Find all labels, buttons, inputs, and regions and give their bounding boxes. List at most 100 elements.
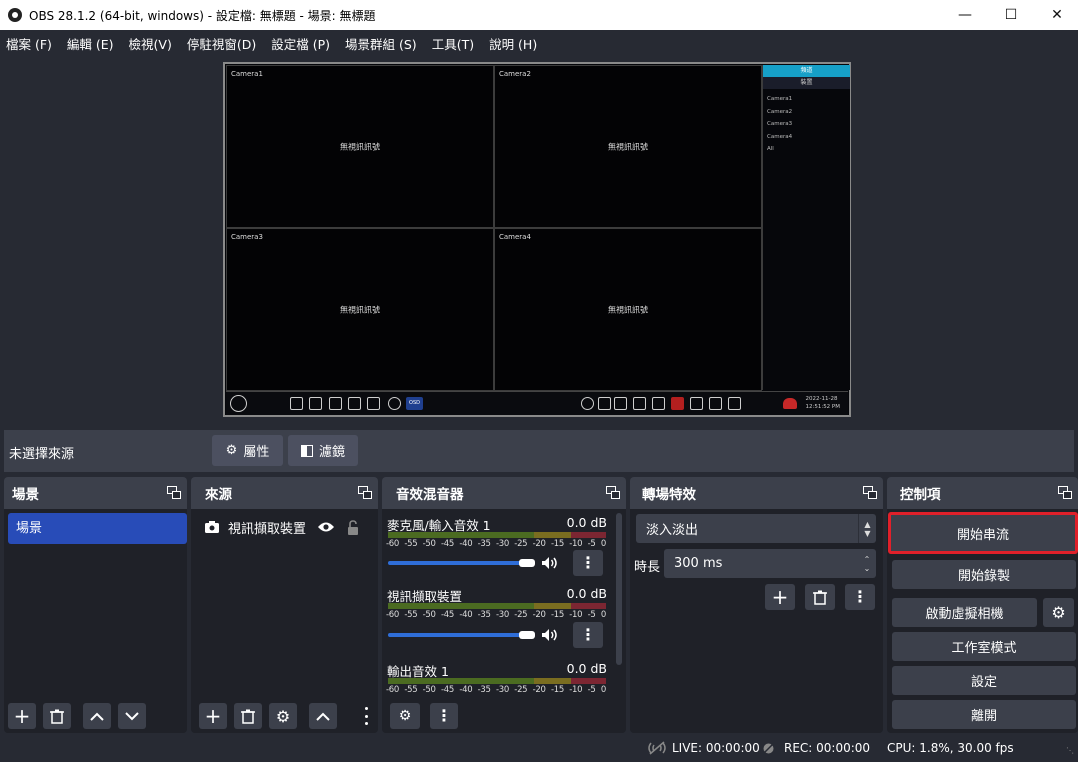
controls-dock-header: 控制項 [887, 477, 1078, 509]
speaker-icon[interactable] [541, 628, 559, 642]
scene-item[interactable]: 場景 [8, 513, 187, 544]
menu-view[interactable]: 檢視(V) [129, 34, 172, 53]
nvr-toolbar: OSD 2022-11-28 12:51:52 PM [226, 391, 848, 415]
menu-file[interactable]: 檔案 (F) [6, 34, 52, 53]
volume-slider[interactable] [388, 561, 534, 565]
nvr-logout-icon [728, 397, 741, 410]
trash-icon [50, 709, 64, 724]
channel-db: 0.0 dB [566, 515, 607, 530]
live-timer: LIVE: 00:00:00 [672, 741, 760, 755]
nvr-time: 12:51:52 PM [805, 404, 840, 410]
controls-dock: 控制項 開始串流 開始錄製 啟動虛擬相機 ⚙ 工作室模式 設定 離開 [887, 477, 1078, 733]
transition-menu-button[interactable]: ⋮ [845, 584, 875, 610]
visibility-eye-icon[interactable] [317, 521, 335, 533]
undock-icon[interactable] [863, 486, 877, 499]
controls-title: 控制項 [900, 487, 941, 503]
undock-icon[interactable] [358, 486, 372, 499]
nvr-alarm-icon [671, 397, 684, 410]
move-source-up-button[interactable] [309, 703, 337, 729]
nvr-refresh-icon [388, 397, 401, 410]
duration-label: 時長 [634, 560, 661, 575]
source-name: 視訊擷取裝置 [228, 521, 307, 537]
volume-slider[interactable] [388, 633, 534, 637]
channel-menu-button[interactable]: ⋮ [573, 622, 603, 648]
nvr-image-icon [367, 397, 380, 410]
nvr-user-icon [633, 397, 646, 410]
menu-scene-collection[interactable]: 場景群組 (S) [345, 34, 417, 53]
add-source-button[interactable]: + [199, 703, 227, 729]
no-signal-text: 無視訊訊號 [608, 142, 648, 151]
camera-label: Camera4 [499, 233, 531, 241]
transition-select[interactable]: 淡入淡出 ▲ ▼ [636, 514, 876, 543]
menu-profile[interactable]: 設定檔 (P) [271, 34, 330, 53]
minimize-button[interactable]: — [942, 0, 988, 30]
settings-button[interactable]: 設定 [892, 666, 1076, 695]
filters-button[interactable]: 濾鏡 [288, 435, 358, 466]
scenes-dock-header: 場景 [4, 477, 187, 509]
camera-label: Camera2 [499, 70, 531, 78]
mixer-scrollbar[interactable] [616, 513, 622, 665]
nvr-layout4-icon [329, 397, 342, 410]
nvr-tab-device: 裝置 [763, 77, 850, 89]
gear-icon: ⚙ [1051, 603, 1066, 622]
camera-label: Camera3 [231, 233, 263, 241]
volume-slider-handle[interactable] [519, 559, 535, 567]
sources-dock-header: 來源 [191, 477, 378, 509]
filter-icon [300, 444, 313, 457]
nvr-osd-label: OSD [406, 397, 423, 410]
undock-icon[interactable] [1058, 486, 1072, 499]
start-virtual-camera-button[interactable]: 啟動虛擬相機 [892, 598, 1037, 627]
nvr-play-icon [581, 397, 594, 410]
menu-docks[interactable]: 停駐視窗(D) [187, 34, 256, 53]
duration-spinbox[interactable]: 300 ms ⌃ ⌄ [664, 549, 876, 578]
exit-button[interactable]: 離開 [892, 700, 1076, 729]
virtual-camera-settings-button[interactable]: ⚙ [1043, 598, 1074, 627]
preview-canvas[interactable]: Camera1 無視訊訊號 Camera2 無視訊訊號 Camera3 無視訊訊… [223, 62, 851, 417]
properties-label: 屬性 [243, 445, 270, 460]
menu-bar: 檔案 (F) 編輯 (E) 檢視(V) 停駐視窗(D) 設定檔 (P) 場景群組… [0, 30, 1078, 56]
mixer-menu-button[interactable]: ⋮ [430, 703, 458, 729]
undock-icon[interactable] [606, 486, 620, 499]
resize-grip-icon[interactable]: ⋱ [1066, 746, 1074, 755]
meter-ticks: -60 -55 -50 -45 -40 -35 -30 -25 -20 -15 -10 -5 0 [386, 539, 606, 549]
camera-cell: Camera2 無視訊訊號 [494, 65, 762, 228]
maximize-button[interactable]: ☐ [988, 0, 1034, 30]
volume-slider-handle[interactable] [519, 631, 535, 639]
source-more-icon[interactable] [363, 707, 369, 725]
speaker-icon[interactable] [541, 556, 559, 570]
lock-icon[interactable] [347, 519, 359, 535]
start-recording-button[interactable]: 開始錄製 [892, 560, 1076, 589]
transitions-dock: 轉場特效 淡入淡出 ▲ ▼ 時長 300 ms ⌃ ⌄ + ⋮ [630, 477, 883, 733]
audio-settings-button[interactable]: ⚙ [390, 703, 420, 729]
menu-help[interactable]: 說明 (H) [489, 34, 537, 53]
chevron-up-icon [90, 712, 104, 721]
menu-edit[interactable]: 編輯 (E) [67, 34, 114, 53]
start-streaming-button[interactable]: 開始串流 [888, 512, 1078, 554]
audio-mixer-dock: 音效混音器 麥克風/輸入音效 1 0.0 dB -60 -55 -50 -45 -40-… [382, 477, 626, 733]
remove-transition-button[interactable] [805, 584, 835, 610]
move-scene-up-button[interactable] [83, 703, 111, 729]
no-source-label: 未選擇來源 [9, 447, 75, 462]
remove-source-button[interactable] [234, 703, 262, 729]
source-item[interactable]: 視訊擷取裝置 [191, 513, 378, 541]
nvr-date: 2022-11-28 [805, 396, 838, 402]
remove-scene-button[interactable] [43, 703, 71, 729]
rec-timer: REC: 00:00:00 [784, 741, 871, 755]
nvr-record-icon [652, 397, 665, 410]
move-scene-down-button[interactable] [118, 703, 146, 729]
close-button[interactable]: ✕ [1034, 0, 1078, 30]
add-transition-button[interactable]: + [765, 584, 795, 610]
menu-tools[interactable]: 工具(T) [432, 34, 474, 53]
undock-icon[interactable] [167, 486, 181, 499]
no-signal-text: 無視訊訊號 [608, 305, 648, 314]
nvr-menu-icon [230, 395, 247, 412]
studio-mode-button[interactable]: 工作室模式 [892, 632, 1076, 661]
nvr-side-panel: 頻道 裝置 Camera1 Camera2 Camera3 Camera4 Al… [762, 65, 850, 390]
channel-menu-button[interactable]: ⋮ [573, 550, 603, 576]
transition-selected: 淡入淡出 [646, 523, 699, 538]
source-properties-button[interactable]: ⚙ [269, 703, 297, 729]
properties-button[interactable]: ⚙ 屬性 [212, 435, 283, 466]
scenes-title: 場景 [12, 487, 39, 503]
add-scene-button[interactable]: + [8, 703, 36, 729]
plus-icon: + [771, 585, 789, 609]
